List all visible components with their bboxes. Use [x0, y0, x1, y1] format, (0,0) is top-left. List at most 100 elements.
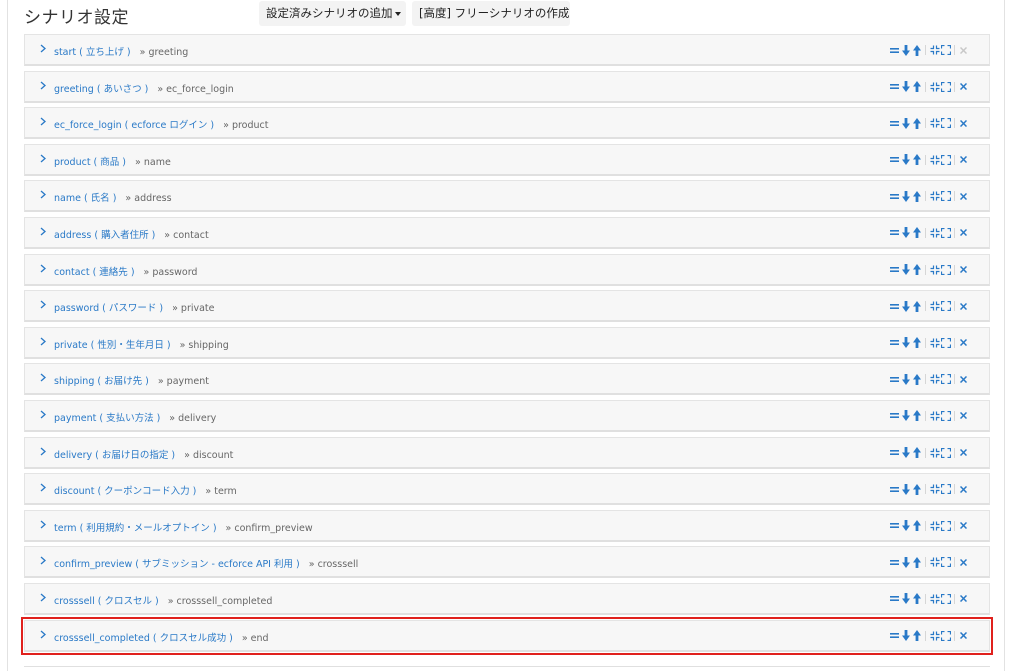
- scenario-row[interactable]: discount ( クーポンコード入力 ) » term: [24, 473, 990, 506]
- scenario-step-name[interactable]: crosssell ( クロスセル ): [54, 596, 159, 607]
- arrow-up-icon[interactable]: [911, 226, 922, 240]
- expand-icon[interactable]: [940, 629, 951, 643]
- collapse-icon[interactable]: [929, 153, 940, 167]
- scenario-row[interactable]: delivery ( お届け日の指定 ) » discount: [24, 436, 990, 469]
- collapse-icon[interactable]: [929, 43, 940, 57]
- expand-icon[interactable]: [940, 519, 951, 533]
- close-icon[interactable]: [958, 629, 969, 643]
- scenario-row[interactable]: crosssell_completed ( クロスセル成功 ) » end: [21, 616, 993, 655]
- arrow-up-icon[interactable]: [911, 299, 922, 313]
- arrow-up-icon[interactable]: [911, 80, 922, 94]
- arrow-up-icon[interactable]: [911, 409, 922, 423]
- close-icon[interactable]: [958, 592, 969, 606]
- create-free-scenario-button[interactable]: [高度] フリーシナリオの作成: [412, 1, 570, 26]
- collapse-icon[interactable]: [929, 519, 940, 533]
- arrow-down-icon[interactable]: [900, 336, 911, 350]
- drag-handle-icon[interactable]: [889, 446, 900, 460]
- expand-icon[interactable]: [940, 446, 951, 460]
- drag-handle-icon[interactable]: [889, 189, 900, 203]
- arrow-down-icon[interactable]: [900, 409, 911, 423]
- chevron-right-icon[interactable]: [40, 226, 46, 239]
- scenario-row[interactable]: address ( 購入者住所 ) » contact: [24, 216, 990, 249]
- close-icon[interactable]: [958, 482, 969, 496]
- arrow-up-icon[interactable]: [911, 482, 922, 496]
- collapse-icon[interactable]: [929, 189, 940, 203]
- chevron-right-icon[interactable]: [40, 482, 46, 495]
- drag-handle-icon[interactable]: [889, 116, 900, 130]
- arrow-down-icon[interactable]: [900, 226, 911, 240]
- scenario-row[interactable]: confirm_preview ( サブミッション - ecforce API …: [24, 546, 990, 579]
- expand-icon[interactable]: [940, 592, 951, 606]
- arrow-down-icon[interactable]: [900, 43, 911, 57]
- expand-icon[interactable]: [940, 299, 951, 313]
- arrow-up-icon[interactable]: [911, 592, 922, 606]
- scenario-step-name[interactable]: shipping ( お届け先 ): [54, 376, 149, 387]
- chevron-right-icon[interactable]: [40, 592, 46, 605]
- arrow-up-icon[interactable]: [911, 519, 922, 533]
- scenario-step-name[interactable]: term ( 利用規約・メールオプトイン ): [54, 523, 217, 534]
- drag-handle-icon[interactable]: [889, 43, 900, 57]
- scenario-row[interactable]: payment ( 支払い方法 ) » delivery: [24, 399, 990, 432]
- close-icon[interactable]: [958, 336, 969, 350]
- expand-icon[interactable]: [940, 116, 951, 130]
- scenario-row[interactable]: shipping ( お届け先 ) » payment: [24, 363, 990, 396]
- collapse-icon[interactable]: [929, 555, 940, 569]
- arrow-down-icon[interactable]: [900, 116, 911, 130]
- close-icon[interactable]: [958, 519, 969, 533]
- close-icon[interactable]: [958, 299, 969, 313]
- scenario-row[interactable]: start ( 立ち上げ ) » greeting: [24, 34, 990, 66]
- scenario-step-name[interactable]: discount ( クーポンコード入力 ): [54, 486, 196, 497]
- scenario-step-name[interactable]: confirm_preview ( サブミッション - ecforce API …: [54, 559, 300, 570]
- scenario-step-name[interactable]: name ( 氏名 ): [54, 193, 116, 204]
- collapse-icon[interactable]: [929, 299, 940, 313]
- chevron-right-icon[interactable]: [40, 336, 46, 349]
- arrow-down-icon[interactable]: [900, 299, 911, 313]
- scenario-row[interactable]: greeting ( あいさつ ) » ec_force_login: [24, 70, 990, 103]
- scenario-row[interactable]: ec_force_login ( ecforce ログイン ) » product: [24, 107, 990, 140]
- arrow-down-icon[interactable]: [900, 482, 911, 496]
- chevron-right-icon[interactable]: [40, 409, 46, 422]
- expand-icon[interactable]: [940, 372, 951, 386]
- scenario-step-name[interactable]: contact ( 連絡先 ): [54, 267, 135, 278]
- arrow-down-icon[interactable]: [900, 592, 911, 606]
- collapse-icon[interactable]: [929, 482, 940, 496]
- scenario-row[interactable]: crosssell ( クロスセル ) » crosssell_completed: [24, 582, 990, 615]
- arrow-down-icon[interactable]: [900, 446, 911, 460]
- close-icon[interactable]: [958, 263, 969, 277]
- chevron-right-icon[interactable]: [40, 189, 46, 202]
- chevron-right-icon[interactable]: [40, 153, 46, 166]
- expand-icon[interactable]: [940, 226, 951, 240]
- drag-handle-icon[interactable]: [889, 519, 900, 533]
- scenario-step-name[interactable]: delivery ( お届け日の指定 ): [54, 450, 175, 461]
- arrow-up-icon[interactable]: [911, 629, 922, 643]
- expand-icon[interactable]: [940, 80, 951, 94]
- arrow-down-icon[interactable]: [900, 189, 911, 203]
- chevron-right-icon[interactable]: [40, 263, 46, 276]
- arrow-down-icon[interactable]: [900, 519, 911, 533]
- collapse-icon[interactable]: [929, 226, 940, 240]
- scenario-step-name[interactable]: payment ( 支払い方法 ): [54, 413, 160, 424]
- expand-icon[interactable]: [940, 153, 951, 167]
- arrow-down-icon[interactable]: [900, 153, 911, 167]
- close-icon[interactable]: [958, 555, 969, 569]
- arrow-down-icon[interactable]: [900, 629, 911, 643]
- scenario-step-name[interactable]: greeting ( あいさつ ): [54, 84, 148, 95]
- arrow-up-icon[interactable]: [911, 446, 922, 460]
- arrow-up-icon[interactable]: [911, 263, 922, 277]
- scenario-row[interactable]: private ( 性別・生年月日 ) » shipping: [24, 326, 990, 359]
- collapse-icon[interactable]: [929, 592, 940, 606]
- collapse-icon[interactable]: [929, 372, 940, 386]
- close-icon[interactable]: [958, 372, 969, 386]
- close-icon[interactable]: [958, 116, 969, 130]
- drag-handle-icon[interactable]: [889, 555, 900, 569]
- arrow-up-icon[interactable]: [911, 189, 922, 203]
- scenario-step-name[interactable]: password ( パスワード ): [54, 303, 163, 314]
- close-icon[interactable]: [958, 446, 969, 460]
- collapse-icon[interactable]: [929, 116, 940, 130]
- scenario-step-name[interactable]: product ( 商品 ): [54, 157, 126, 168]
- drag-handle-icon[interactable]: [889, 336, 900, 350]
- close-icon[interactable]: [958, 226, 969, 240]
- scenario-step-name[interactable]: address ( 購入者住所 ): [54, 230, 155, 241]
- close-icon[interactable]: [958, 80, 969, 94]
- scenario-row[interactable]: name ( 氏名 ) » address: [24, 180, 990, 213]
